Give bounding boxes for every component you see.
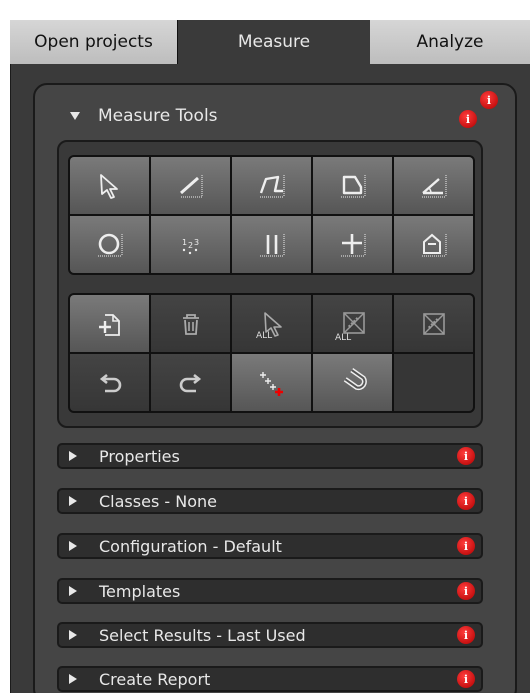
expand-triangle-icon bbox=[69, 674, 77, 684]
expand-triangle-icon bbox=[69, 586, 77, 596]
magnet-button[interactable] bbox=[313, 354, 392, 411]
redo-icon bbox=[179, 373, 201, 392]
circle-tool-button[interactable] bbox=[70, 216, 149, 273]
select-all-label: ALL bbox=[256, 331, 273, 341]
select-arrow-icon bbox=[99, 173, 118, 199]
empty-slot bbox=[394, 354, 473, 411]
expand-triangle-icon bbox=[69, 451, 77, 461]
section-classes[interactable]: Classes - None i bbox=[57, 488, 483, 514]
info-icon[interactable]: i bbox=[457, 492, 475, 510]
clear-icon bbox=[422, 312, 445, 335]
crosshair-tool-button[interactable] bbox=[313, 216, 392, 273]
section-configuration[interactable]: Configuration - Default i bbox=[57, 533, 483, 559]
add-points-button[interactable] bbox=[232, 354, 311, 411]
section-label: Classes - None bbox=[99, 491, 217, 511]
magnet-icon bbox=[343, 367, 367, 390]
tab-bar: Open projects Measure Analyze bbox=[10, 20, 530, 64]
point-shape-tool-button[interactable] bbox=[394, 216, 473, 273]
polyline-tool-button[interactable] bbox=[232, 157, 311, 214]
collapse-triangle-icon[interactable] bbox=[70, 112, 80, 120]
deselect-all-label: ALL bbox=[335, 333, 352, 343]
drawing-tools-grid: 123 bbox=[68, 155, 475, 275]
circle-icon bbox=[97, 233, 122, 256]
delete-button[interactable] bbox=[151, 295, 230, 352]
svg-text:2: 2 bbox=[188, 241, 193, 250]
section-templates[interactable]: Templates i bbox=[57, 578, 483, 604]
line-tool-button[interactable] bbox=[151, 157, 230, 214]
parallel-lines-tool-button[interactable] bbox=[232, 216, 311, 273]
point-count-tool-button[interactable]: 123 bbox=[151, 216, 230, 273]
section-label: Configuration - Default bbox=[99, 536, 282, 556]
undo-icon bbox=[99, 373, 121, 392]
select-all-button[interactable]: ALL bbox=[232, 295, 311, 352]
expand-triangle-icon bbox=[69, 496, 77, 506]
new-measurement-icon bbox=[98, 313, 120, 336]
tab-analyze[interactable]: Analyze bbox=[370, 20, 530, 64]
angle-icon bbox=[421, 174, 446, 197]
tab-open-projects[interactable]: Open projects bbox=[10, 20, 178, 64]
info-icon[interactable]: i bbox=[457, 582, 475, 600]
edit-tools-grid: ALL ALL bbox=[68, 293, 475, 413]
select-tool-button[interactable] bbox=[70, 157, 149, 214]
polygon-icon bbox=[340, 174, 365, 197]
info-icon[interactable]: i bbox=[457, 670, 475, 688]
clear-button[interactable] bbox=[394, 295, 473, 352]
point-shape-icon bbox=[421, 233, 446, 256]
polyline-icon bbox=[259, 174, 284, 197]
measure-tools-title[interactable]: Measure Tools bbox=[98, 106, 218, 126]
info-icon[interactable]: i bbox=[457, 626, 475, 644]
section-label: Select Results - Last Used bbox=[99, 625, 306, 645]
info-icon[interactable]: i bbox=[457, 537, 475, 555]
svg-text:3: 3 bbox=[194, 238, 199, 247]
point-count-icon: 123 bbox=[182, 238, 199, 254]
crosshair-icon bbox=[340, 233, 365, 256]
info-icon[interactable]: i bbox=[457, 447, 475, 465]
new-measurement-button[interactable] bbox=[70, 295, 149, 352]
section-label: Create Report bbox=[99, 669, 211, 689]
panel-info-icon[interactable]: i bbox=[480, 91, 498, 109]
line-icon bbox=[179, 174, 202, 197]
undo-button[interactable] bbox=[70, 354, 149, 411]
section-label: Properties bbox=[99, 446, 180, 466]
angle-tool-button[interactable] bbox=[394, 157, 473, 214]
polygon-tool-button[interactable] bbox=[313, 157, 392, 214]
section-properties[interactable]: Properties i bbox=[57, 443, 483, 469]
tab-measure[interactable]: Measure bbox=[178, 20, 370, 64]
svg-text:1: 1 bbox=[182, 238, 187, 247]
section-create-report[interactable]: Create Report i bbox=[57, 666, 483, 692]
section-label: Templates bbox=[99, 581, 181, 601]
deselect-all-button[interactable]: ALL bbox=[313, 295, 392, 352]
add-points-icon bbox=[259, 371, 283, 396]
expand-triangle-icon bbox=[69, 541, 77, 551]
delete-icon bbox=[182, 313, 199, 335]
redo-button[interactable] bbox=[151, 354, 230, 411]
info-icon[interactable]: i bbox=[459, 110, 477, 128]
section-select-results[interactable]: Select Results - Last Used i bbox=[57, 622, 483, 648]
expand-triangle-icon bbox=[69, 630, 77, 640]
parallel-lines-icon bbox=[259, 233, 284, 256]
